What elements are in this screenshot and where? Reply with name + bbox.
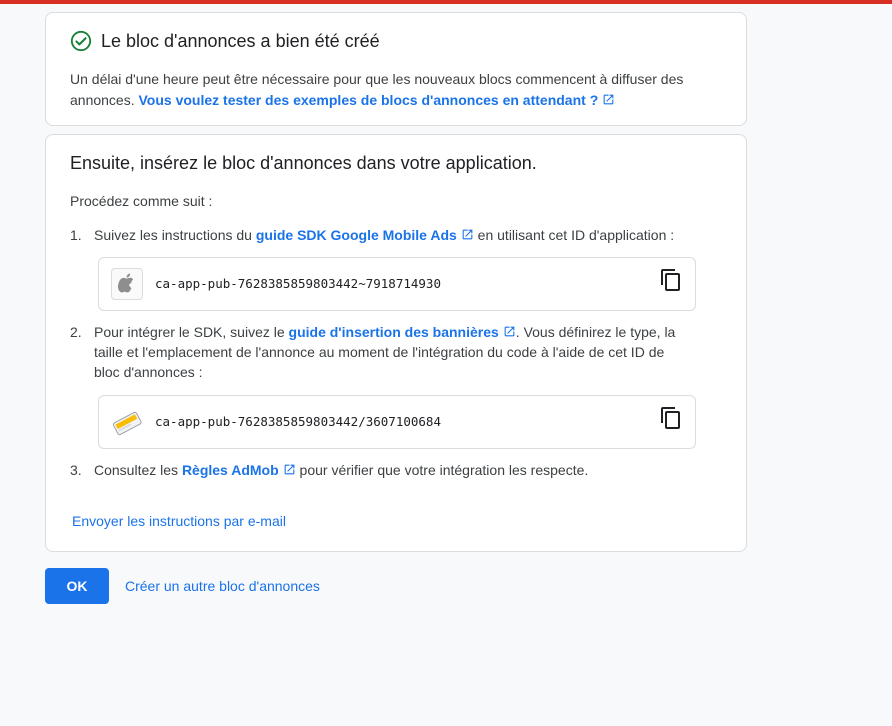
step-1-text-after: en utilisant cet ID d'application : <box>473 227 675 243</box>
ok-button[interactable]: OK <box>45 568 109 604</box>
success-note: Un délai d'une heure peut être nécessair… <box>70 69 720 111</box>
admob-policies-link-label: Règles AdMob <box>181 462 279 478</box>
email-instructions-link[interactable]: Envoyer les instructions par e-mail <box>72 513 286 529</box>
success-header: Le bloc d'annonces a bien été créé <box>70 30 380 52</box>
test-sample-link-label: Vous voulez tester des exemples de blocs… <box>138 92 599 108</box>
app-id-value: ca-app-pub-7628385859803442~7918714930 <box>155 276 441 291</box>
sdk-guide-link-label: guide SDK Google Mobile Ads <box>255 227 457 243</box>
external-link-icon <box>284 464 295 475</box>
step-3-text-before: Consultez les <box>94 462 182 478</box>
success-title: Le bloc d'annonces a bien été créé <box>101 30 380 51</box>
step-3-text-after: pour vérifier que votre intégration les … <box>295 462 589 478</box>
external-link-icon <box>504 326 515 337</box>
ad-unit-id-box: ca-app-pub-7628385859803442/3607100684 <box>98 395 696 449</box>
step-number: 3. <box>70 462 82 478</box>
step-1: 1. Suivez les instructions du guide SDK … <box>70 225 690 245</box>
external-link-icon <box>603 94 614 105</box>
step-3: 3. Consultez les Règles AdMob pour vérif… <box>70 460 690 480</box>
check-circle-icon <box>70 30 92 52</box>
test-sample-ad-units-link[interactable]: Vous voulez tester des exemples de blocs… <box>139 92 616 108</box>
app-id-box: ca-app-pub-7628385859803442~7918714930 <box>98 257 696 311</box>
instructions-title: Ensuite, insérez le bloc d'annonces dans… <box>70 153 537 173</box>
steps-intro: Procédez comme suit : <box>70 193 213 209</box>
copy-icon[interactable] <box>659 406 683 430</box>
step-1-text-before: Suivez les instructions du <box>94 227 256 243</box>
step-number: 2. <box>70 324 82 340</box>
banner-ad-icon <box>112 411 142 436</box>
instructions-card: Ensuite, insérez le bloc d'annonces dans… <box>45 134 747 552</box>
admob-policies-link[interactable]: Règles AdMob <box>182 462 296 478</box>
step-number: 1. <box>70 227 82 243</box>
top-accent-bar <box>0 0 892 4</box>
create-another-ad-unit-link[interactable]: Créer un autre bloc d'annonces <box>125 578 320 594</box>
success-card: Le bloc d'annonces a bien été créé Un dé… <box>45 12 747 126</box>
step-2: 2. Pour intégrer le SDK, suivez le guide… <box>70 322 690 382</box>
banner-guide-link[interactable]: guide d'insertion des bannières <box>289 324 516 340</box>
sdk-guide-link[interactable]: guide SDK Google Mobile Ads <box>256 227 474 243</box>
external-link-icon <box>462 229 473 240</box>
apple-icon <box>111 268 143 300</box>
banner-guide-link-label: guide d'insertion des bannières <box>288 324 499 340</box>
ad-unit-id-value: ca-app-pub-7628385859803442/3607100684 <box>155 414 441 429</box>
copy-icon[interactable] <box>659 268 683 292</box>
step-2-text-before: Pour intégrer le SDK, suivez le <box>94 324 289 340</box>
